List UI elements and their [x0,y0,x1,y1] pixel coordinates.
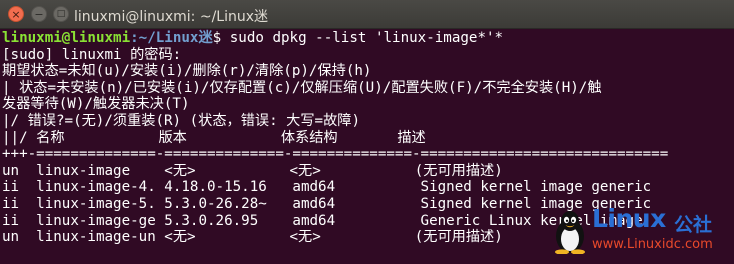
close-icon: × [11,7,21,21]
minimize-button[interactable]: − [31,6,47,22]
prompt-symbol: $ [212,30,222,46]
watermark-brand-cn: 公社 [674,214,713,236]
watermark-url: www.Linuxidc.com [592,237,713,252]
output-table-header: ||/ 名称 版本 体系结构 描述 [2,129,426,146]
output-line-error-legend: |/ 错误?=(无)/须重装(R) (状态，错误: 大写=故障) [2,112,361,129]
minimize-icon: − [34,7,44,21]
watermark: Linux 公社 www.Linuxidc.com [552,204,728,258]
tux-penguin-icon [555,211,585,254]
window-title: linuxmi@linuxmi: ~/Linux迷 [74,9,269,25]
close-button[interactable]: × [8,6,24,22]
prompt-line: linuxmi@linuxmi:~/Linux迷$ sudo dpkg --li… [2,30,734,47]
prompt-user-host: linuxmi@linuxmi [2,30,131,46]
output-line-status-legend-cont: 发器等待(W)/触发器未决(T) [2,96,190,113]
output-line-status-legend: | 状态=未安装(n)/已安装(i)/仅存配置(c)/仅解压缩(U)/配置失败(… [2,79,602,96]
maximize-button[interactable]: □ [53,6,69,22]
output-table-separator: +++-==============-==============-======… [2,146,669,163]
prompt-path: :~/Linux迷 [130,30,213,46]
output-line-sudo-password: [sudo] linuxmi 的密码: [2,46,182,63]
prompt-command: sudo dpkg --list 'linux-image*'* [221,30,504,46]
table-row: ii linux-image-4. 4.18.0-15.16 amd64 Sig… [2,179,652,196]
table-row: un linux-image <无> <无> (无可用描述) [2,162,503,179]
watermark-brand: Linux [592,204,666,233]
window-titlebar[interactable]: × − □ linuxmi@linuxmi: ~/Linux迷 [0,0,734,29]
maximize-icon: □ [56,8,66,19]
output-line-desired-legend: 期望状态=未知(u)/安装(i)/删除(r)/清除(p)/保持(h) [2,63,372,80]
